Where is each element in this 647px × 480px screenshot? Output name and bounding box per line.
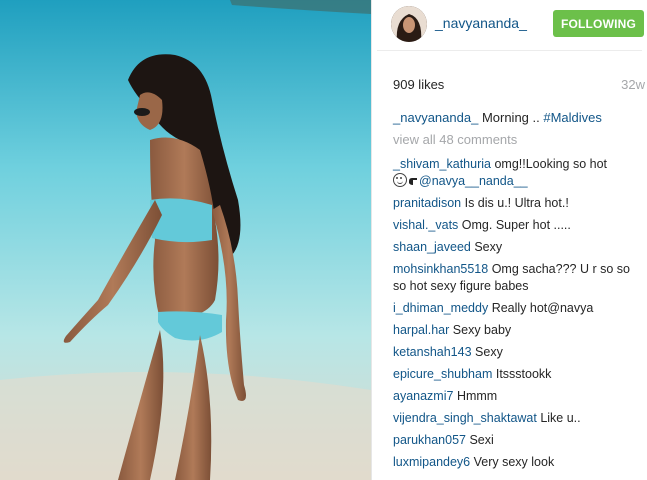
caption-hashtag[interactable]: #Maldives [543,110,602,125]
comment-item: i_dhiman_meddy Really hot@navya [393,297,643,319]
caption-username[interactable]: _navyananda_ [393,110,478,125]
comment-item: _shivam_kathuria omg!!Looking so hot @na… [393,153,643,192]
comment-item: pranitadison Is dis u.! Ultra hot.! [393,192,643,214]
following-button[interactable]: FOLLOWING [553,10,644,37]
comment-text: Sexi [469,433,494,447]
comment-item: mohsinkhan5518 Omg sacha??? U r so so so… [393,258,643,297]
comment-username[interactable]: vishal._vats [393,218,458,232]
pointing-hand-icon [409,178,417,185]
comment-username[interactable]: luxmipandey6 [393,455,470,469]
comment-item: shaan_javeed Sexy [393,236,643,258]
comment-username[interactable]: shaan_javeed [393,240,471,254]
comment-username[interactable]: ketanshah143 [393,345,472,359]
comment-text: Itssstookk [495,367,552,381]
post-photo[interactable] [0,0,371,480]
header-divider [377,50,642,51]
comment-item: luxmipandey6 Very sexy look [393,451,643,473]
comment-item: parukhan057 Sexi [393,429,643,451]
comment-username[interactable]: harpal.har [393,323,449,337]
post-author-username[interactable]: _navyananda_ [435,15,527,31]
comments-list: _shivam_kathuria omg!!Looking so hot @na… [393,153,643,473]
comment-text: Sexy [475,345,503,359]
comment-mention[interactable]: @navya__nanda__ [419,174,528,188]
comment-username[interactable]: i_dhiman_meddy [393,301,488,315]
comment-text: Omg. Super hot ..... [461,218,571,232]
smiley-icon [393,173,407,187]
comment-text: Sexy [474,240,503,254]
comment-username[interactable]: pranitadison [393,196,461,210]
comment-text: Sexy baby [452,323,512,337]
caption-text: Morning .. [481,110,540,125]
comment-text: Like u.. [540,411,581,425]
comment-username[interactable]: _shivam_kathuria [393,157,491,171]
comment-text: Very sexy look [473,455,555,469]
likes-count[interactable]: 909 likes [393,77,444,92]
comment-item: ketanshah143 Sexy [393,341,643,363]
comment-item: epicure_shubham Itssstookk [393,363,643,385]
comment-username[interactable]: mohsinkhan5518 [393,262,488,276]
comment-item: vishal._vats Omg. Super hot ..... [393,214,643,236]
comment-username[interactable]: epicure_shubham [393,367,492,381]
view-all-comments-link[interactable]: view all 48 comments [393,132,517,147]
post-caption: _navyananda_ Morning .. #Maldives [393,110,602,125]
post-timestamp[interactable]: 32w [621,77,645,92]
comment-text: Is dis u.! Ultra hot.! [464,196,569,210]
comment-text: Hmmm [456,389,498,403]
avatar[interactable] [391,6,427,42]
post-header: _navyananda_ FOLLOWING [372,0,647,50]
comment-item: ayanazmi7 Hmmm [393,385,643,407]
comment-text: Really hot@navya [491,301,594,315]
comment-username[interactable]: parukhan057 [393,433,466,447]
comment-username[interactable]: ayanazmi7 [393,389,453,403]
comment-text: omg!!Looking so hot [494,157,608,171]
post-side-panel: _navyananda_ FOLLOWING 909 likes 32w _na… [372,0,647,480]
comment-username[interactable]: vijendra_singh_shaktawat [393,411,537,425]
comment-item: harpal.har Sexy baby [393,319,643,341]
comment-item: vijendra_singh_shaktawat Like u.. [393,407,643,429]
